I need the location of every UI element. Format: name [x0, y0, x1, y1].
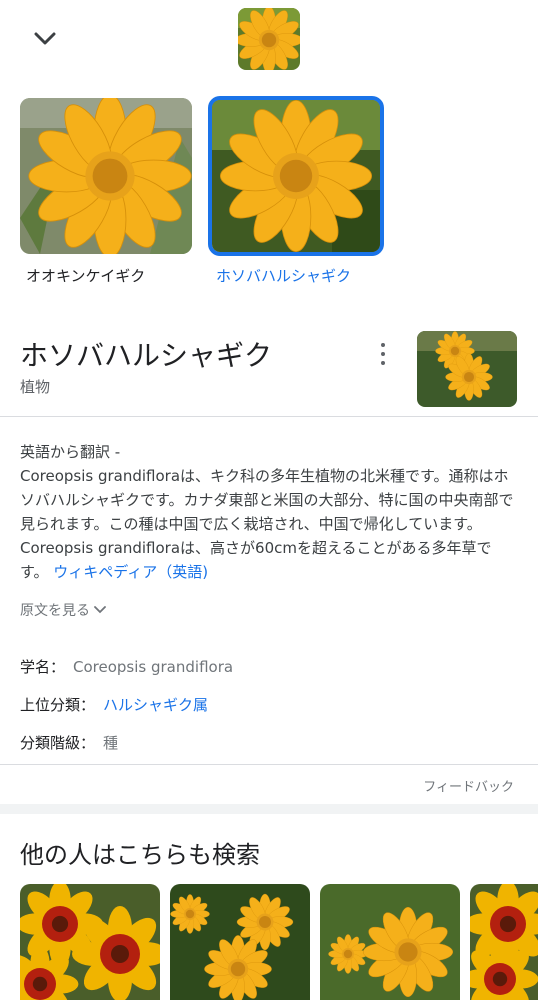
kp-thumbnail[interactable]	[417, 331, 517, 407]
fact-link[interactable]: ハルシャギク属	[103, 696, 208, 714]
top-bar	[0, 0, 538, 80]
fact-parent-taxon: 上位分類： ハルシャギク属	[20, 694, 208, 715]
divider	[0, 416, 538, 417]
more-vert-icon[interactable]	[374, 343, 392, 365]
image-label-selected[interactable]: ホソバハルシャギク	[216, 265, 351, 286]
wikipedia-link[interactable]: ウィキペディア（英語)	[53, 563, 208, 581]
section-separator	[0, 804, 538, 814]
people-also-search-title: 他の人はこちらも検索	[20, 841, 260, 869]
feedback-link[interactable]: フィードバック	[423, 776, 514, 795]
fact-key: 学名：	[20, 658, 66, 676]
image-card-ookinkeigiku[interactable]	[20, 98, 192, 254]
related-image[interactable]	[20, 884, 160, 1000]
divider	[0, 764, 538, 765]
image-label[interactable]: オオキンケイギク	[26, 265, 145, 286]
translation-prefix: 英語から翻訳 -	[20, 443, 121, 461]
chevron-down-icon[interactable]	[30, 24, 60, 54]
fact-rank: 分類階級： 種	[20, 732, 118, 753]
related-image[interactable]	[320, 884, 460, 1000]
image-card-hosobaharushagiku[interactable]	[208, 96, 384, 256]
kp-subtitle: 植物	[20, 378, 51, 396]
related-image[interactable]	[170, 884, 310, 1000]
fact-scientific-name: 学名： Coreopsis grandiflora	[20, 656, 233, 677]
fact-key: 上位分類：	[20, 696, 96, 714]
chevron-down-icon	[94, 606, 106, 614]
current-image-thumbnail[interactable]	[238, 8, 300, 70]
fact-value: 種	[103, 734, 119, 752]
fact-key: 分類階級：	[20, 734, 96, 752]
description: 英語から翻訳 - Coreopsis grandifloraは、キク科の多年生植…	[20, 440, 520, 584]
kp-title: ホソバハルシャギク	[20, 339, 273, 372]
fact-value: Coreopsis grandiflora	[73, 658, 234, 676]
show-original-button[interactable]: 原文を見る	[20, 600, 106, 620]
show-original-label: 原文を見る	[20, 603, 90, 619]
related-image[interactable]	[470, 884, 538, 1000]
